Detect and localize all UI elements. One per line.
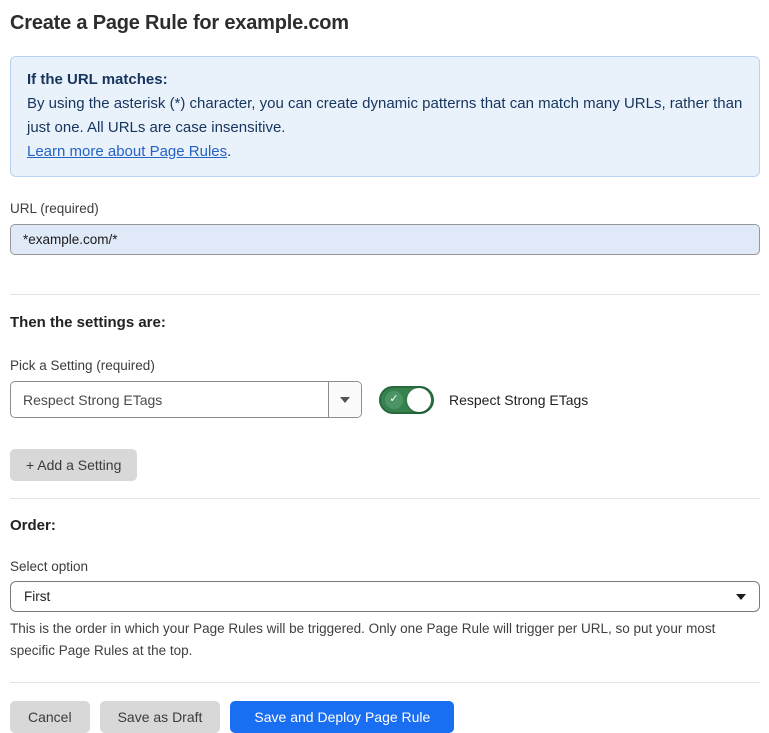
setting-select-dropdown[interactable]: Respect Strong ETags — [10, 381, 362, 418]
save-as-draft-button[interactable]: Save as Draft — [100, 701, 221, 733]
url-field-label: URL (required) — [10, 201, 760, 216]
url-input[interactable] — [10, 224, 760, 255]
order-select-label: Select option — [10, 559, 760, 574]
form-actions: Cancel Save as Draft Save and Deploy Pag… — [10, 701, 760, 733]
order-section-heading: Order: — [10, 517, 760, 534]
toggle-label: Respect Strong ETags — [449, 392, 588, 408]
order-select-dropdown[interactable]: First — [10, 581, 760, 612]
info-banner-heading: If the URL matches: — [27, 68, 743, 92]
info-banner-link-line: Learn more about Page Rules. — [27, 140, 743, 164]
setting-select-value: Respect Strong ETags — [11, 382, 328, 417]
section-divider — [10, 682, 760, 683]
link-suffix: . — [227, 143, 231, 160]
section-divider — [10, 498, 760, 499]
url-match-info-banner: If the URL matches: By using the asteris… — [10, 56, 760, 177]
settings-section-heading: Then the settings are: — [10, 314, 760, 331]
cancel-button[interactable]: Cancel — [10, 701, 90, 733]
save-and-deploy-button[interactable]: Save and Deploy Page Rule — [230, 701, 454, 733]
pick-setting-label: Pick a Setting (required) — [10, 358, 760, 373]
create-page-rule-form: Create a Page Rule for example.com If th… — [0, 0, 769, 733]
chevron-down-icon — [736, 594, 746, 600]
toggle-knob — [407, 388, 431, 412]
toggle-check-icon: ✓ — [385, 391, 403, 409]
setting-row: Respect Strong ETags ✓ Respect Strong ET… — [10, 381, 760, 418]
order-help-text: This is the order in which your Page Rul… — [10, 618, 750, 662]
section-divider — [10, 294, 760, 295]
page-title: Create a Page Rule for example.com — [10, 12, 760, 35]
respect-strong-etags-toggle[interactable]: ✓ — [379, 386, 434, 414]
info-banner-body: By using the asterisk (*) character, you… — [27, 92, 743, 140]
chevron-down-icon — [340, 397, 350, 403]
add-setting-button[interactable]: + Add a Setting — [10, 449, 137, 481]
learn-more-link[interactable]: Learn more about Page Rules — [27, 143, 227, 160]
setting-select-arrow-button[interactable] — [328, 382, 361, 417]
order-select-value: First — [24, 589, 50, 604]
